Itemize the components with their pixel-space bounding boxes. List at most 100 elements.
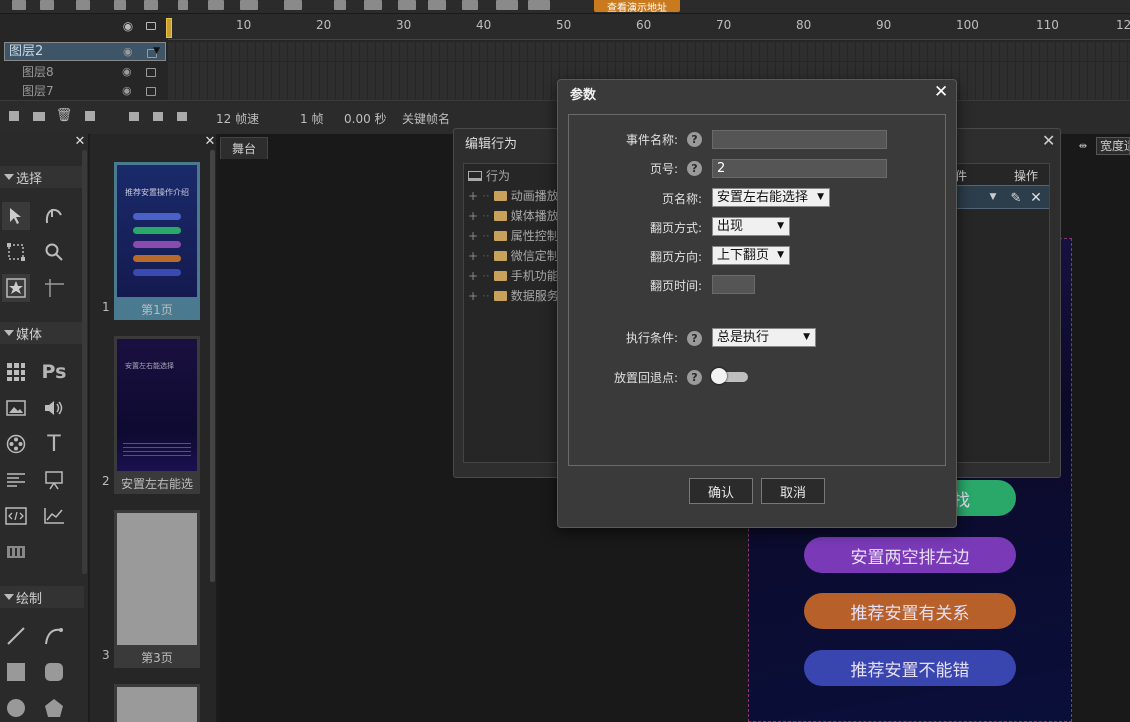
section-media[interactable]: 媒体	[0, 322, 84, 344]
demo-address-button[interactable]: 查看演示地址	[594, 0, 680, 14]
close-icon[interactable]: ✕	[934, 82, 948, 102]
lock-icon[interactable]	[146, 68, 156, 77]
star-shape-icon[interactable]	[2, 274, 30, 302]
h5-icon[interactable]	[496, 0, 518, 10]
page-thumbnail[interactable]: 安置左右能选择 安置左右能选	[114, 336, 200, 494]
tree-item[interactable]: + ·· 数据服务	[468, 287, 559, 304]
tab-stage[interactable]: 舞台	[220, 137, 268, 159]
flip-direction-select[interactable]: 上下翻页	[712, 246, 790, 265]
keyframe-icon[interactable]	[152, 110, 164, 122]
page-thumbnail[interactable]: 推荐安置操作介绍 第1页	[114, 162, 200, 320]
photoshop-icon[interactable]: Ps	[40, 358, 68, 386]
redo-icon[interactable]	[284, 0, 302, 10]
flip-time-input[interactable]	[712, 275, 755, 294]
record-icon[interactable]	[398, 0, 416, 10]
close-icon[interactable]: ✕	[1042, 131, 1055, 150]
copy-layer-icon[interactable]	[84, 110, 96, 122]
eye-icon[interactable]: ◉	[120, 19, 136, 33]
event-name-input[interactable]	[712, 130, 887, 149]
delete-x-icon[interactable]: ✕	[1028, 190, 1044, 206]
stage-pill[interactable]: 推荐安置有关系	[804, 593, 1016, 629]
share-icon[interactable]	[528, 0, 550, 10]
paragraph-icon[interactable]	[2, 466, 30, 494]
zoom-icon[interactable]	[40, 238, 68, 266]
undo-icon[interactable]	[240, 0, 258, 10]
tree-item[interactable]: + ·· 手机功能	[468, 267, 559, 284]
new-layer-icon[interactable]	[8, 110, 20, 122]
playhead[interactable]	[166, 18, 172, 38]
page-number-input[interactable]: 2	[712, 159, 887, 178]
help-icon[interactable]: ?	[687, 161, 702, 176]
trash-icon[interactable]: 🗑	[56, 108, 73, 123]
tree-item[interactable]: +··动画播放控制	[468, 187, 563, 204]
help-icon[interactable]: ?	[687, 331, 702, 346]
cut-icon[interactable]	[114, 0, 126, 10]
line-icon[interactable]	[2, 622, 30, 650]
width-fit-select[interactable]: 宽度适配	[1096, 137, 1130, 155]
lock-icon[interactable]	[144, 19, 158, 33]
save-icon[interactable]	[76, 0, 90, 10]
toggle-knob[interactable]	[711, 368, 727, 384]
stage-pill[interactable]: 安置两空排左边	[804, 537, 1016, 573]
eye-icon[interactable]: ◉	[122, 65, 132, 78]
page-thumbnail[interactable]: 第3页	[114, 510, 200, 668]
transform-icon[interactable]	[2, 238, 30, 266]
audio-icon[interactable]	[40, 394, 68, 422]
film-strip-icon[interactable]	[2, 538, 30, 566]
guide-icon[interactable]	[40, 274, 68, 302]
thumb-scrollbar[interactable]	[210, 150, 215, 582]
curve-icon[interactable]	[40, 622, 68, 650]
blank-keyframe-icon[interactable]	[176, 110, 188, 122]
preview-icon[interactable]	[428, 0, 446, 10]
exec-condition-select[interactable]: 总是执行	[712, 328, 816, 347]
edit-pencil-icon[interactable]: ✎	[1008, 190, 1024, 206]
flip-mode-select[interactable]: 出现	[712, 217, 790, 236]
grid-icon[interactable]	[2, 358, 30, 386]
presentation-icon[interactable]	[40, 466, 68, 494]
close-icon[interactable]: ✕	[74, 134, 86, 149]
stage-pill[interactable]: 推荐安置不能错	[804, 650, 1016, 686]
delete-icon[interactable]	[208, 0, 224, 10]
lock-icon[interactable]	[146, 87, 156, 96]
video-icon[interactable]	[2, 430, 30, 458]
tree-item[interactable]: + ·· 属性控制	[468, 227, 559, 244]
timeline-ruler[interactable]: 10 20 30 40 50 60 70 80 90 100 110 12	[168, 14, 1130, 40]
fit-width-icon[interactable]: ⇹	[1074, 140, 1092, 152]
image-icon[interactable]	[2, 394, 30, 422]
rectangle-icon[interactable]	[2, 658, 30, 686]
publish-icon[interactable]	[462, 0, 478, 10]
close-icon[interactable]: ✕	[204, 134, 216, 149]
open-icon[interactable]	[40, 0, 54, 10]
pause-icon[interactable]	[364, 0, 382, 10]
copy-icon[interactable]	[144, 0, 158, 10]
paste-icon[interactable]	[178, 0, 188, 10]
help-icon[interactable]: ?	[687, 132, 702, 147]
layer-row[interactable]: 图层2 ◉	[4, 42, 166, 61]
confirm-button[interactable]: 确认	[689, 478, 753, 504]
new-icon[interactable]	[12, 0, 26, 10]
eye-icon[interactable]: ◉	[123, 43, 133, 60]
layer-frames[interactable]	[168, 42, 1130, 61]
polygon-icon[interactable]	[40, 694, 68, 722]
dropdown-arrow-icon[interactable]: ▼	[986, 190, 1000, 204]
code-icon[interactable]	[2, 502, 30, 530]
help-icon[interactable]: ?	[687, 370, 702, 385]
page-thumbnail[interactable]	[114, 684, 200, 722]
tree-root[interactable]: 行为	[468, 167, 510, 184]
chart-icon[interactable]	[40, 502, 68, 530]
folder-icon[interactable]	[32, 110, 46, 122]
lock-icon[interactable]	[147, 49, 157, 58]
text-tool-icon[interactable]: T	[40, 430, 68, 458]
tree-item[interactable]: +··媒体播放控制	[468, 207, 563, 224]
tree-item[interactable]: + ·· 微信定制	[468, 247, 559, 264]
hand-icon[interactable]	[40, 202, 68, 230]
section-draw[interactable]: 绘制	[0, 586, 84, 608]
section-select[interactable]: 选择	[0, 166, 84, 188]
page-name-select[interactable]: 安置左右能选择	[712, 188, 830, 207]
pointer-icon[interactable]	[2, 202, 30, 230]
tool-panel-scrollbar[interactable]	[82, 150, 87, 574]
play-icon[interactable]	[334, 0, 346, 10]
cancel-button[interactable]: 取消	[761, 478, 825, 504]
frame-icon[interactable]	[128, 110, 140, 122]
layer-row[interactable]: 图层7 ◉	[4, 81, 166, 100]
